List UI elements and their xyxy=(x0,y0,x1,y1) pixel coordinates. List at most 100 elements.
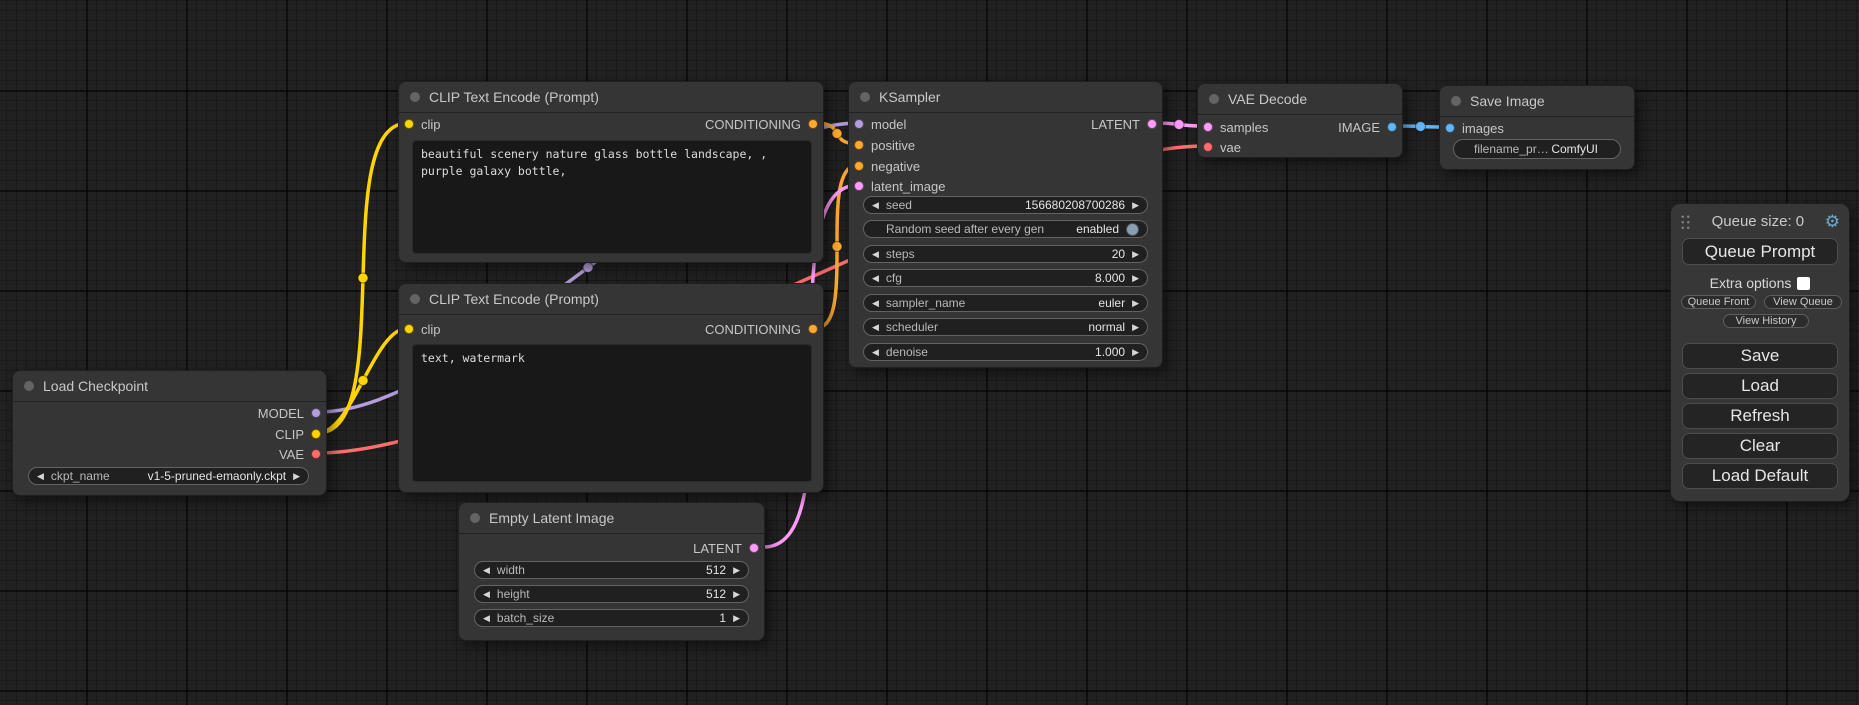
output-slot-clip[interactable]: CLIP xyxy=(275,424,321,444)
input-slot-latent-image[interactable]: latent_image xyxy=(854,176,945,196)
node-titlebar[interactable]: KSampler xyxy=(849,82,1162,113)
latent-slot-dot[interactable] xyxy=(1147,119,1157,129)
collapse-dot-icon[interactable] xyxy=(470,513,480,523)
increment-arrow-icon[interactable]: ▶ xyxy=(1132,348,1139,357)
latent-slot-dot[interactable] xyxy=(1203,122,1213,132)
input-slot-positive[interactable]: positive xyxy=(854,135,915,155)
node-clip-text-encode-positive[interactable]: CLIP Text Encode (Prompt) clip CONDITION… xyxy=(398,81,824,263)
output-slot-image[interactable]: IMAGE xyxy=(1338,117,1397,137)
node-ksampler[interactable]: KSampler model LATENT positive negative … xyxy=(848,81,1163,368)
output-slot-latent[interactable]: LATENT xyxy=(1091,114,1157,134)
increment-arrow-icon[interactable]: ▶ xyxy=(1132,299,1139,308)
input-slot-clip[interactable]: clip xyxy=(404,319,441,339)
output-slot-conditioning[interactable]: CONDITIONING xyxy=(705,319,818,339)
view-history-button[interactable]: View History xyxy=(1723,314,1809,328)
conditioning-slot-dot[interactable] xyxy=(854,140,864,150)
node-titlebar[interactable]: Save Image xyxy=(1440,86,1634,117)
settings-gear-icon[interactable]: ⚙ xyxy=(1825,213,1840,230)
clip-slot-dot[interactable] xyxy=(404,119,414,129)
view-queue-button[interactable]: View Queue xyxy=(1764,295,1842,309)
widget-cfg[interactable]: ◀ cfg 8.000 ▶ xyxy=(863,269,1148,287)
widget-steps[interactable]: ◀ steps 20 ▶ xyxy=(863,245,1148,263)
decrement-arrow-icon[interactable]: ◀ xyxy=(872,274,879,283)
decrement-arrow-icon[interactable]: ◀ xyxy=(872,348,879,357)
image-slot-dot[interactable] xyxy=(1387,122,1397,132)
comfy-menu-panel[interactable]: Queue size: 0 ⚙ Queue Prompt Extra optio… xyxy=(1670,203,1850,502)
decrement-arrow-icon[interactable]: ◀ xyxy=(483,590,490,599)
widget-random-seed-toggle[interactable]: Random seed after every gen enabled xyxy=(863,220,1148,238)
model-slot-dot[interactable] xyxy=(311,408,321,418)
collapse-dot-icon[interactable] xyxy=(860,92,870,102)
collapse-dot-icon[interactable] xyxy=(1451,96,1461,106)
comfyui-canvas[interactable]: { "colors": { "model": "#B39DDB", "clip"… xyxy=(0,0,1859,705)
increment-arrow-icon[interactable]: ▶ xyxy=(293,472,300,481)
widget-seed[interactable]: ◀ seed 156680208700286 ▶ xyxy=(863,196,1148,214)
conditioning-slot-dot[interactable] xyxy=(854,161,864,171)
decrement-arrow-icon[interactable]: ◀ xyxy=(483,614,490,623)
drag-handle[interactable] xyxy=(1680,214,1691,229)
increment-arrow-icon[interactable]: ▶ xyxy=(733,566,740,575)
widget-ckpt-name[interactable]: ◀ ckpt_name v1-5-pruned-emaonly.ckpt ▶ xyxy=(28,467,309,485)
output-slot-conditioning[interactable]: CONDITIONING xyxy=(705,114,818,134)
node-clip-text-encode-negative[interactable]: CLIP Text Encode (Prompt) clip CONDITION… xyxy=(398,283,824,493)
widget-sampler-name[interactable]: ◀ sampler_name euler ▶ xyxy=(863,294,1148,312)
node-save-image[interactable]: Save Image images filename_prefix ComfyU… xyxy=(1439,85,1635,170)
clear-button[interactable]: Clear xyxy=(1682,433,1838,459)
input-slot-samples[interactable]: samples xyxy=(1203,117,1268,137)
node-titlebar[interactable]: Load Checkpoint xyxy=(13,371,326,402)
node-titlebar[interactable]: CLIP Text Encode (Prompt) xyxy=(399,284,823,315)
prompt-textarea-negative[interactable]: text, watermark xyxy=(412,344,812,482)
vae-slot-dot[interactable] xyxy=(311,449,321,459)
node-vae-decode[interactable]: VAE Decode samples IMAGE vae xyxy=(1197,83,1403,158)
input-slot-images[interactable]: images xyxy=(1445,118,1504,138)
decrement-arrow-icon[interactable]: ◀ xyxy=(872,299,879,308)
extra-options-checkbox[interactable] xyxy=(1797,277,1810,290)
conditioning-slot-dot[interactable] xyxy=(808,119,818,129)
refresh-button[interactable]: Refresh xyxy=(1682,403,1838,429)
increment-arrow-icon[interactable]: ▶ xyxy=(1132,201,1139,210)
latent-slot-dot[interactable] xyxy=(749,543,759,553)
vae-slot-dot[interactable] xyxy=(1203,142,1213,152)
widget-batch-size[interactable]: ◀ batch_size 1 ▶ xyxy=(474,609,749,627)
input-slot-model[interactable]: model xyxy=(854,114,906,134)
load-button[interactable]: Load xyxy=(1682,373,1838,399)
widget-filename-prefix[interactable]: filename_prefix ComfyUI xyxy=(1453,139,1621,159)
collapse-dot-icon[interactable] xyxy=(24,381,34,391)
widget-height[interactable]: ◀ height 512 ▶ xyxy=(474,585,749,603)
collapse-dot-icon[interactable] xyxy=(1209,94,1219,104)
decrement-arrow-icon[interactable]: ◀ xyxy=(872,250,879,259)
image-slot-dot[interactable] xyxy=(1445,123,1455,133)
collapse-dot-icon[interactable] xyxy=(410,294,420,304)
increment-arrow-icon[interactable]: ▶ xyxy=(733,614,740,623)
prompt-textarea-positive[interactable]: beautiful scenery nature glass bottle la… xyxy=(412,140,812,254)
decrement-arrow-icon[interactable]: ◀ xyxy=(872,201,879,210)
model-slot-dot[interactable] xyxy=(854,119,864,129)
collapse-dot-icon[interactable] xyxy=(410,92,420,102)
input-slot-negative[interactable]: negative xyxy=(854,156,920,176)
load-default-button[interactable]: Load Default xyxy=(1682,463,1838,489)
increment-arrow-icon[interactable]: ▶ xyxy=(1132,274,1139,283)
decrement-arrow-icon[interactable]: ◀ xyxy=(483,566,490,575)
increment-arrow-icon[interactable]: ▶ xyxy=(1132,250,1139,259)
widget-scheduler[interactable]: ◀ scheduler normal ▶ xyxy=(863,318,1148,336)
widget-width[interactable]: ◀ width 512 ▶ xyxy=(474,561,749,579)
node-empty-latent-image[interactable]: Empty Latent Image LATENT ◀ width 512 ▶ … xyxy=(458,502,765,641)
clip-slot-dot[interactable] xyxy=(404,324,414,334)
conditioning-slot-dot[interactable] xyxy=(808,324,818,334)
output-slot-model[interactable]: MODEL xyxy=(258,403,321,423)
widget-denoise[interactable]: ◀ denoise 1.000 ▶ xyxy=(863,343,1148,361)
latent-slot-dot[interactable] xyxy=(854,181,864,191)
node-load-checkpoint[interactable]: Load Checkpoint MODEL CLIP VAE ◀ ckpt_na… xyxy=(12,370,327,496)
toggle-on-icon[interactable] xyxy=(1126,223,1139,236)
queue-front-button[interactable]: Queue Front xyxy=(1681,295,1756,309)
queue-prompt-button[interactable]: Queue Prompt xyxy=(1682,238,1838,265)
output-slot-vae[interactable]: VAE xyxy=(279,444,321,464)
save-button[interactable]: Save xyxy=(1682,343,1838,369)
input-slot-vae[interactable]: vae xyxy=(1203,137,1241,157)
clip-slot-dot[interactable] xyxy=(311,429,321,439)
node-titlebar[interactable]: Empty Latent Image xyxy=(459,503,764,534)
decrement-arrow-icon[interactable]: ◀ xyxy=(37,472,44,481)
input-slot-clip[interactable]: clip xyxy=(404,114,441,134)
increment-arrow-icon[interactable]: ▶ xyxy=(733,590,740,599)
node-titlebar[interactable]: CLIP Text Encode (Prompt) xyxy=(399,82,823,113)
